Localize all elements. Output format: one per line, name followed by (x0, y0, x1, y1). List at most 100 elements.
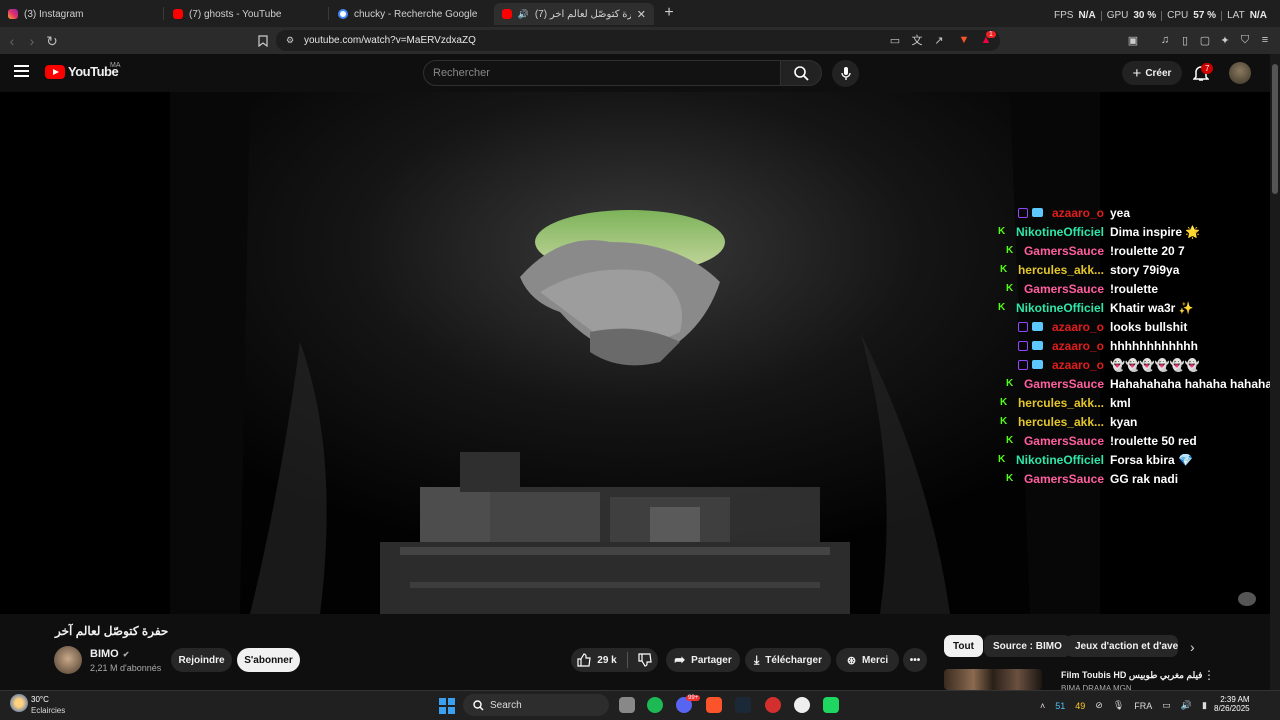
more-actions-button[interactable]: ••• (903, 648, 927, 672)
cast-icon[interactable]: ▭ (888, 33, 902, 47)
chat-username: azaaro_o (1051, 319, 1104, 334)
brave-shields-icon[interactable]: ▼ (957, 33, 971, 47)
time: 2:39 AM (1220, 695, 1250, 704)
task-view-icon[interactable] (619, 697, 635, 713)
performance-overlay: FPS N/A GPU 30 % CPU 57 % LAT N/A (1054, 10, 1267, 21)
account-avatar[interactable] (1229, 62, 1251, 84)
app-red-icon[interactable] (765, 697, 781, 713)
close-icon[interactable]: ✕ (637, 8, 646, 21)
scrollbar-thumb[interactable] (1272, 64, 1278, 194)
music-icon[interactable]: ♫ (1158, 33, 1172, 47)
new-tab-button[interactable]: + (660, 3, 678, 23)
chat-message: GamersSauce !roulette K (0, 279, 1270, 298)
recommended-video-title[interactable]: Film Toubis HD فيلم مغربي طوبيس (1061, 670, 1202, 681)
subscribe-button[interactable]: S'abonner (237, 648, 300, 672)
search-input[interactable]: Rechercher (423, 60, 781, 86)
language-indicator[interactable]: FRA (1134, 701, 1152, 711)
forward-icon[interactable]: › (24, 33, 40, 49)
kick-icon: K (1006, 472, 1014, 484)
chat-message: NikotineOfficiel Dima inspire 🌟 K (0, 222, 1270, 241)
video-options-icon[interactable]: ⋮ (1203, 668, 1215, 682)
chat-message-text: hhhhhhhhhhhh (1110, 338, 1198, 353)
youtube-logo[interactable]: YouTube (45, 64, 119, 79)
taskbar-search-label: Search (490, 699, 522, 711)
tab-google-chucky[interactable]: chucky - Recherche Google (330, 3, 492, 25)
twitch-icon (1018, 321, 1028, 332)
tray-temp-a: 51 (1055, 700, 1066, 711)
like-button[interactable]: 29 k (577, 653, 617, 667)
download-button[interactable]: ⤓ Télécharger (745, 648, 831, 672)
volume-icon[interactable]: 🔊 (1181, 700, 1192, 711)
super-thanks-icon: ⊛ (846, 654, 857, 667)
kick-icon: K (998, 225, 1006, 237)
brave-browser-icon[interactable] (706, 697, 722, 713)
share-icon[interactable]: ↗ (932, 33, 946, 47)
reload-icon[interactable]: ↻ (44, 33, 60, 49)
create-button[interactable]: + Créer (1122, 61, 1182, 85)
lat-value: N/A (1249, 10, 1267, 21)
recommended-video-thumbnail[interactable] (944, 669, 1042, 690)
voice-search-button[interactable] (832, 60, 859, 87)
weather-icon[interactable] (10, 694, 28, 712)
chat-message-text: !roulette 20 7 (1110, 243, 1185, 258)
tab-youtube-active[interactable]: 🔊 (7) حفرة كتوصّل لعالم آخر - be ✕ (494, 3, 654, 25)
instagram-icon (8, 9, 18, 19)
back-icon[interactable]: ‹ (4, 33, 20, 49)
hamburger-menu-icon[interactable] (14, 65, 29, 77)
chip-source[interactable]: Source : BIMO (984, 635, 1071, 657)
share-button[interactable]: ➦ Partager (666, 648, 740, 672)
weather-condition: Eclaircies (31, 706, 66, 715)
thanks-button[interactable]: ⊛ Merci (836, 648, 899, 672)
translate-icon[interactable]: 文 (910, 33, 924, 47)
download-label: Télécharger (765, 654, 822, 666)
chat-username: azaaro_o (1051, 338, 1104, 353)
subscriber-badge-icon (1032, 360, 1043, 369)
chat-username: NikotineOfficiel (1015, 452, 1104, 467)
thumbs-down-icon[interactable] (638, 653, 652, 667)
search-button[interactable] (780, 60, 822, 86)
app-green-icon[interactable] (823, 697, 839, 713)
chat-message: GamersSauce Hahahahaha hahaha hahahah K (0, 374, 1270, 393)
sidebar-icon[interactable]: ▯ (1178, 33, 1192, 47)
channel-avatar[interactable] (54, 646, 82, 674)
leo-ai-icon[interactable]: ✦ (1218, 33, 1232, 47)
steam-icon[interactable] (735, 697, 751, 713)
lat-label: LAT (1227, 10, 1245, 21)
speaker-icon[interactable]: 🔊 (518, 9, 529, 20)
chat-message: NikotineOfficiel Khatir wa3r ✨ K (0, 298, 1270, 317)
wallet-icon[interactable]: ▣ (1126, 33, 1140, 47)
chat-username: azaaro_o (1051, 357, 1104, 372)
chip-games[interactable]: Jeux d'action et d'aventu (1066, 635, 1178, 657)
windows-start-icon[interactable] (439, 698, 455, 714)
like-count: 29 k (597, 654, 617, 666)
join-button[interactable]: Rejoindre (171, 648, 232, 672)
tab-label: (7) ghosts - YouTube (189, 8, 282, 20)
bookmark-icon[interactable] (255, 33, 271, 49)
url-text[interactable]: youtube.com/watch?v=MaERVzdxaZQ (304, 35, 476, 46)
twitch-icon (1018, 359, 1028, 370)
chevron-right-icon[interactable]: › (1190, 639, 1195, 655)
wallet-alt-icon[interactable]: ▢ (1198, 33, 1212, 47)
display-icon[interactable]: ▭ (1162, 700, 1171, 711)
video-player[interactable]: azaaro_o yea NikotineOfficiel Dima inspire … (0, 92, 1270, 614)
chat-username: NikotineOfficiel (1015, 300, 1104, 315)
xbox-icon[interactable] (647, 697, 663, 713)
chat-username: GamersSauce (1023, 281, 1104, 296)
network-off-icon[interactable]: ⊘ (1095, 700, 1103, 711)
video-title: حفرة كتوصّل لعالم آخر (55, 624, 169, 638)
microphone-icon[interactable]: 🎙 (1113, 700, 1124, 711)
site-info-icon[interactable]: ⚙ (283, 33, 297, 47)
chevron-up-icon[interactable]: ˄ (1040, 701, 1045, 711)
browser-menu-icon[interactable]: ≡ (1258, 33, 1272, 47)
unity-icon[interactable] (794, 697, 810, 713)
battery-icon[interactable]: ▮ (1202, 700, 1207, 711)
tab-youtube-ghosts[interactable]: (7) ghosts - YouTube (165, 3, 325, 25)
channel-name[interactable]: BIMO ✔ (90, 648, 129, 660)
chip-all[interactable]: Tout (944, 635, 983, 657)
taskbar-search[interactable]: Search (463, 694, 609, 716)
clock[interactable]: 2:39 AM 8/26/2025 (1214, 695, 1250, 713)
vpn-icon[interactable]: ⛉ (1238, 33, 1252, 47)
chat-username: hercules_akk... (1017, 395, 1104, 410)
tab-instagram[interactable]: (3) Instagram (0, 3, 160, 25)
system-tray[interactable]: ˄ 51 49 ⊘ 🎙 FRA ▭ 🔊 ▮ (1040, 700, 1207, 711)
